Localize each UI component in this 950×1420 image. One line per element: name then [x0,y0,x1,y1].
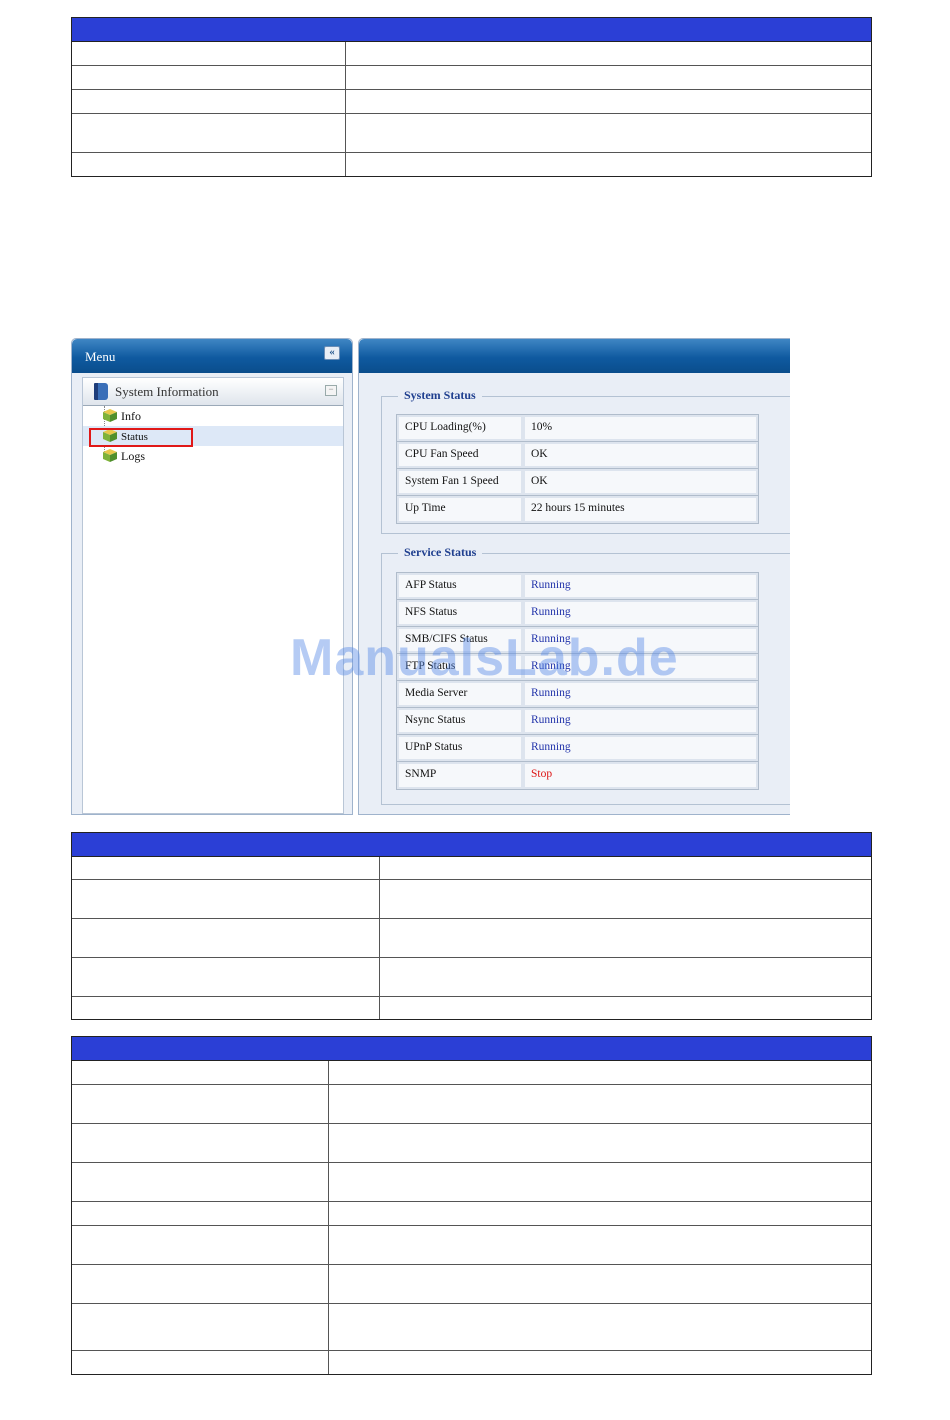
table-row [72,1163,871,1202]
table-header [72,18,871,42]
doc-table-3 [71,1036,872,1375]
service-value: Running [525,737,756,759]
service-value: Running [525,710,756,732]
table-row: System Fan 1 Speed OK [397,469,758,496]
table-row: CPU Loading(%) 10% [397,415,758,442]
content-panel: System Status CPU Loading(%) 10% CPU Fan … [358,338,790,815]
service-key: NFS Status [399,602,521,624]
status-key: System Fan 1 Speed [399,471,521,493]
table-row [72,880,871,919]
table-row: CPU Fan Speed OK [397,442,758,469]
system-status-legend: System Status [398,388,482,403]
content-header [359,339,790,373]
collapse-menu-icon[interactable]: « [324,346,340,360]
table-row [72,1351,871,1374]
table-row [72,114,871,153]
table-row [72,1202,871,1226]
status-key: Up Time [399,498,521,521]
table-row [72,919,871,958]
cube-icon [103,449,117,462]
table-row: Nsync Status Running [397,708,758,735]
system-status-fieldset: System Status CPU Loading(%) 10% CPU Fan … [381,388,790,534]
table-row [72,1265,871,1304]
table-row [72,66,871,90]
table-row [72,42,871,66]
menu-group-system-information[interactable]: System Information − [83,378,343,406]
status-screenshot: Menu « System Information − Info Status … [71,338,790,815]
status-key: CPU Loading(%) [399,417,521,439]
system-status-table: CPU Loading(%) 10% CPU Fan Speed OK System… [396,414,759,524]
table-row [72,1124,871,1163]
service-key: SNMP [399,764,521,787]
table-row [72,153,871,176]
menu-item-info[interactable]: Info [83,406,343,426]
status-value: OK [525,444,756,466]
table-row: SNMP Stop [397,762,758,789]
table-row: AFP Status Running [397,573,758,600]
service-key: UPnP Status [399,737,521,759]
watermark: ManualsLab.de [290,629,679,687]
service-value: Running [525,575,756,597]
service-key: AFP Status [399,575,521,597]
table-row: Up Time 22 hours 15 minutes [397,496,758,523]
table-row [72,857,871,880]
table-row [72,997,871,1019]
menu-title: Menu [85,349,116,364]
service-status-legend: Service Status [398,545,483,560]
service-key: Nsync Status [399,710,521,732]
status-value: OK [525,471,756,493]
service-value: Running [525,602,756,624]
cube-icon [103,409,117,422]
table-row: NFS Status Running [397,600,758,627]
menu-item-label: Info [121,409,141,423]
table-header [72,1037,871,1061]
menu-item-status[interactable]: Status [83,426,343,447]
menu-body: System Information − Info Status Logs [82,377,344,814]
menu-item-label: Logs [121,449,145,463]
status-key: CPU Fan Speed [399,444,521,466]
table-row [72,958,871,997]
book-icon [94,383,108,400]
menu-item-logs[interactable]: Logs [83,446,343,466]
highlight-box [89,428,193,447]
table-row [72,90,871,114]
status-value: 10% [525,417,756,439]
menu-group-label: System Information [115,384,219,399]
table-header [72,833,871,857]
table-row [72,1085,871,1124]
table-row [72,1226,871,1265]
minimize-icon[interactable]: − [325,385,337,396]
table-row [72,1304,871,1351]
table-row: UPnP Status Running [397,735,758,762]
menu-header: Menu « [72,339,352,373]
menu-tree: Info Status Logs [83,406,343,466]
status-value: 22 hours 15 minutes [525,498,756,521]
doc-table-2 [71,832,872,1020]
table-row [72,1061,871,1085]
service-value: Stop [525,764,756,787]
doc-table-1 [71,17,872,177]
menu-panel: Menu « System Information − Info Status … [71,338,353,815]
